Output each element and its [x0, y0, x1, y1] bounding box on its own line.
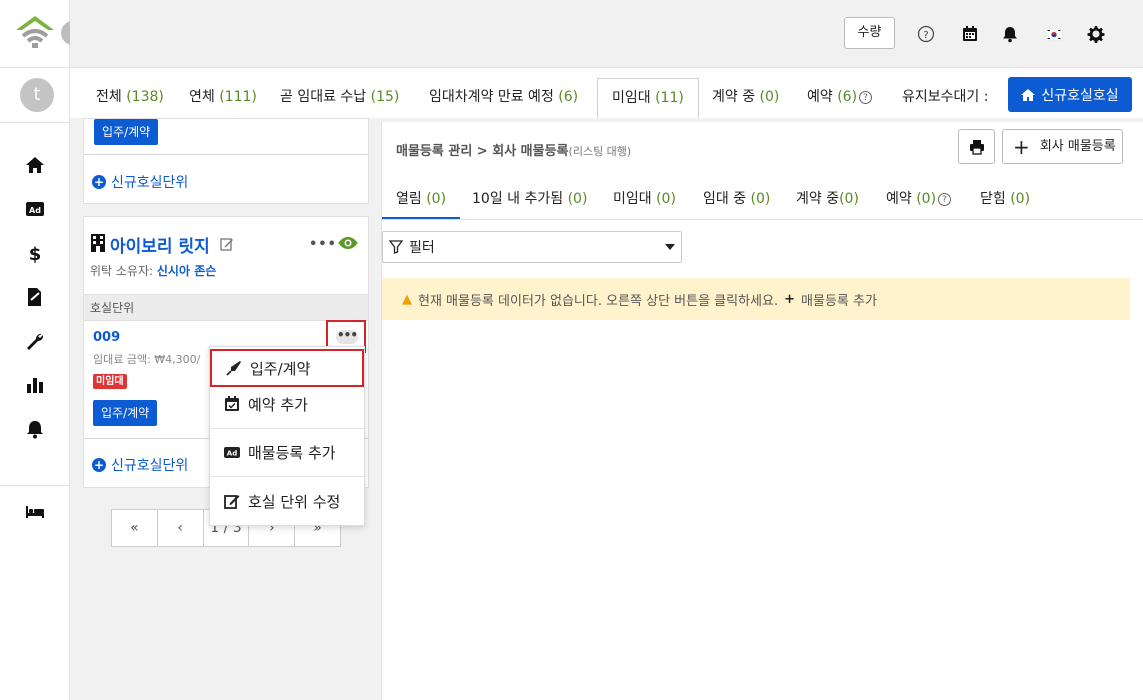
help-circle-icon[interactable]: ?: [938, 192, 952, 206]
help-icon[interactable]: ?: [916, 24, 936, 44]
property-card: 입주/계약 + 신규호실단위: [83, 118, 369, 204]
unit-number[interactable]: 009: [93, 330, 120, 345]
unit-actions-menu: 입주/계약 예약 추가 Ad 매물등록 추가 호실 단위 수정: [209, 346, 365, 526]
plus-circle-icon: +: [92, 175, 106, 189]
svg-text:?: ?: [923, 30, 928, 41]
wifi-home-logo-icon[interactable]: [14, 14, 56, 52]
menu-item-edit-unit[interactable]: 호실 단위 수정: [210, 482, 364, 520]
eye-icon[interactable]: [338, 236, 358, 250]
new-room-button[interactable]: 신규호실호실: [1008, 77, 1132, 112]
add-unit-link[interactable]: + 신규호실단위: [92, 172, 188, 192]
card-divider: [84, 154, 368, 155]
subtab-under-contract[interactable]: 계약 중(0): [796, 182, 859, 220]
tab-vacant[interactable]: 미임대 (11): [597, 78, 699, 118]
bed-icon[interactable]: [23, 499, 47, 523]
tab-rent-due-soon[interactable]: 곧 임대료 수납 (15): [266, 78, 413, 118]
rail-divider: [0, 67, 70, 68]
settings-gear-icon[interactable]: [1086, 24, 1106, 44]
owner-link[interactable]: 신시아 존슨: [157, 264, 216, 278]
help-circle-icon[interactable]: ?: [859, 90, 873, 104]
notification-bell-icon[interactable]: [1000, 24, 1020, 44]
menu-divider: [210, 476, 364, 477]
property-name[interactable]: 아이보리 릿지: [110, 232, 210, 257]
listing-panel: 매물등록 관리 > 회사 매물등록(리스팅 대행) + 회사 매물등록 열림 (…: [381, 122, 1143, 700]
empty-state-alert: ▲ 현재 매물등록 데이터가 없습니다. 오른쪽 상단 버튼을 클릭하세요. + 매…: [382, 278, 1130, 320]
move-in-button[interactable]: 입주/계약: [94, 119, 159, 145]
rent-amount: 임대료 금액: ₩4,300/: [93, 353, 201, 366]
move-in-button[interactable]: 입주/계약: [93, 400, 158, 426]
ad-icon: Ad: [224, 447, 240, 458]
subtab-vacant[interactable]: 미임대 (0): [613, 182, 676, 220]
home-icon[interactable]: [23, 153, 47, 177]
rail-divider: [0, 485, 70, 486]
svg-text:Ad: Ad: [29, 206, 41, 215]
more-options-icon[interactable]: •••: [309, 237, 337, 252]
status-badge: 미임대: [93, 374, 127, 389]
edit-icon[interactable]: [220, 237, 234, 251]
tenant-tabs: 전체 (138) 연체 (111) 곧 임대료 수납 (15) 임대차계약 만료…: [70, 68, 1143, 118]
svg-text:$: $: [29, 244, 42, 263]
bell-icon[interactable]: [23, 417, 47, 441]
tab-all[interactable]: 전체 (138): [82, 78, 178, 118]
contract-icon[interactable]: [23, 285, 47, 309]
plus-circle-icon: +: [92, 458, 106, 472]
tab-under-contract[interactable]: 계약 중 (0): [698, 78, 793, 118]
print-button[interactable]: [958, 129, 995, 164]
building-icon: [91, 234, 105, 252]
unit-section-header: 호실단위: [84, 294, 368, 321]
chart-icon[interactable]: [23, 373, 47, 397]
warning-icon: ▲: [402, 291, 412, 307]
left-rail: t Ad $: [0, 0, 70, 700]
edit-square-icon: [224, 495, 240, 509]
subtab-open[interactable]: 열림 (0): [382, 182, 461, 220]
plus-icon: +: [784, 291, 796, 307]
menu-item-move-in[interactable]: 입주/계약: [210, 349, 364, 387]
tab-reservation[interactable]: 예약 (6)?: [793, 78, 886, 118]
caret-down-icon: [665, 244, 675, 250]
tab-maintenance[interactable]: 유지보수대기 :: [888, 78, 1008, 118]
first-page-button[interactable]: «: [112, 510, 158, 546]
tab-overdue[interactable]: 연체 (111): [175, 78, 271, 118]
owner-info: 위탁 소유자: 신시아 존슨: [90, 264, 217, 278]
rail-divider: [0, 122, 70, 123]
breadcrumb: 매물등록 관리 > 회사 매물등록(리스팅 대행): [396, 144, 632, 159]
filter-icon: [389, 240, 403, 254]
calendar-check-icon: [225, 396, 239, 411]
add-unit-link[interactable]: + 신규호실단위: [92, 455, 188, 475]
avatar[interactable]: t: [20, 78, 54, 112]
menu-divider: [210, 428, 364, 429]
ad-icon[interactable]: Ad: [23, 197, 47, 221]
subtab-closed[interactable]: 닫힘 (0): [980, 182, 1030, 220]
subtab-leased[interactable]: 임대 중 (0): [703, 182, 770, 220]
kr-flag-icon[interactable]: [1044, 24, 1064, 44]
filter-dropdown[interactable]: 필터: [382, 231, 682, 263]
subtab-reservation[interactable]: 예약 (0)?: [886, 182, 952, 220]
tab-lease-expiring[interactable]: 임대차계약 만료 예정 (6): [415, 78, 592, 118]
plus-icon: +: [1013, 134, 1030, 159]
prev-page-button[interactable]: ‹: [158, 510, 204, 546]
subtab-divider: [382, 219, 1143, 220]
top-header: 수량 ?: [70, 0, 1143, 68]
house-icon: [1021, 88, 1036, 101]
calendar-icon[interactable]: [960, 24, 980, 44]
svg-text:Ad: Ad: [227, 450, 237, 458]
pen-nib-icon: [226, 361, 241, 376]
subtab-added-10-days[interactable]: 10일 내 추가됨 (0): [472, 182, 587, 220]
wrench-icon[interactable]: [23, 329, 47, 353]
more-horizontal-icon: •••: [336, 328, 358, 344]
printer-icon: [969, 139, 984, 155]
dollar-icon[interactable]: $: [23, 241, 47, 265]
add-company-listing-button[interactable]: + 회사 매물등록: [1002, 129, 1123, 164]
menu-item-add-reservation[interactable]: 예약 추가: [210, 385, 364, 423]
quantity-button[interactable]: 수량: [844, 17, 895, 49]
menu-item-add-listing[interactable]: Ad 매물등록 추가: [210, 433, 364, 471]
